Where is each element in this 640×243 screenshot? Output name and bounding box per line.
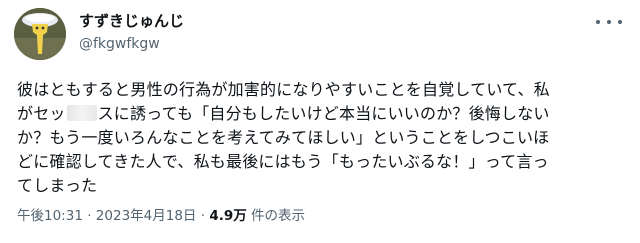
tweet-text-line: てしまった (17, 176, 98, 195)
tweet-text-line: どに確認してきた人で、私も最後にはもう「もったいぶるな！」って言っ (17, 152, 549, 171)
more-horizontal-icon (596, 20, 600, 24)
avatar-illustration-icon (14, 8, 66, 60)
tweet-text-line: 彼はともすると男性の行為が加害的になりやすいことを自覚していて、私 (17, 80, 550, 99)
avatar[interactable] (14, 8, 66, 60)
meta-separator: · (87, 208, 92, 224)
views-label[interactable]: 件の表示 (251, 208, 305, 224)
tweet-text-segment: スに誘っても「自分もしたいけど本当にいいのか？後悔しない (97, 104, 550, 123)
tweet-date[interactable]: 2023年4月18日 (96, 208, 197, 224)
tweet-text-line: がセッ スに誘っても「自分もしたいけど本当にいいのか？後悔しない (17, 102, 629, 126)
tweet-time[interactable]: 午後10:31 (17, 208, 83, 224)
views-count[interactable]: 4.9万 (209, 208, 246, 224)
meta-separator: · (200, 208, 206, 224)
more-options-button[interactable] (596, 12, 622, 32)
tweet-meta: 午後10:31 · 2023年4月18日 · 4.9万 件の表示 (17, 206, 305, 226)
more-horizontal-icon-dot (618, 20, 622, 24)
tweet-card: すずきじゅんじ @fkgwfkgw 彼はともすると男性の行為が加害的になりやすい… (0, 0, 640, 243)
user-handle[interactable]: @fkgwfkgw (79, 35, 160, 53)
tweet-text-line: か？もう一度いろんなことを考えてみてほしい」ということをしつこいほ (17, 128, 550, 147)
blurred-text (66, 105, 97, 121)
tweet-text: 彼はともすると男性の行為が加害的になりやすいことを自覚していて、私 がセッ スに誘… (17, 78, 629, 198)
display-name[interactable]: すずきじゅんじ (79, 11, 184, 31)
tweet-text-segment: がセッ (17, 104, 66, 123)
more-horizontal-icon-dot (607, 20, 611, 24)
